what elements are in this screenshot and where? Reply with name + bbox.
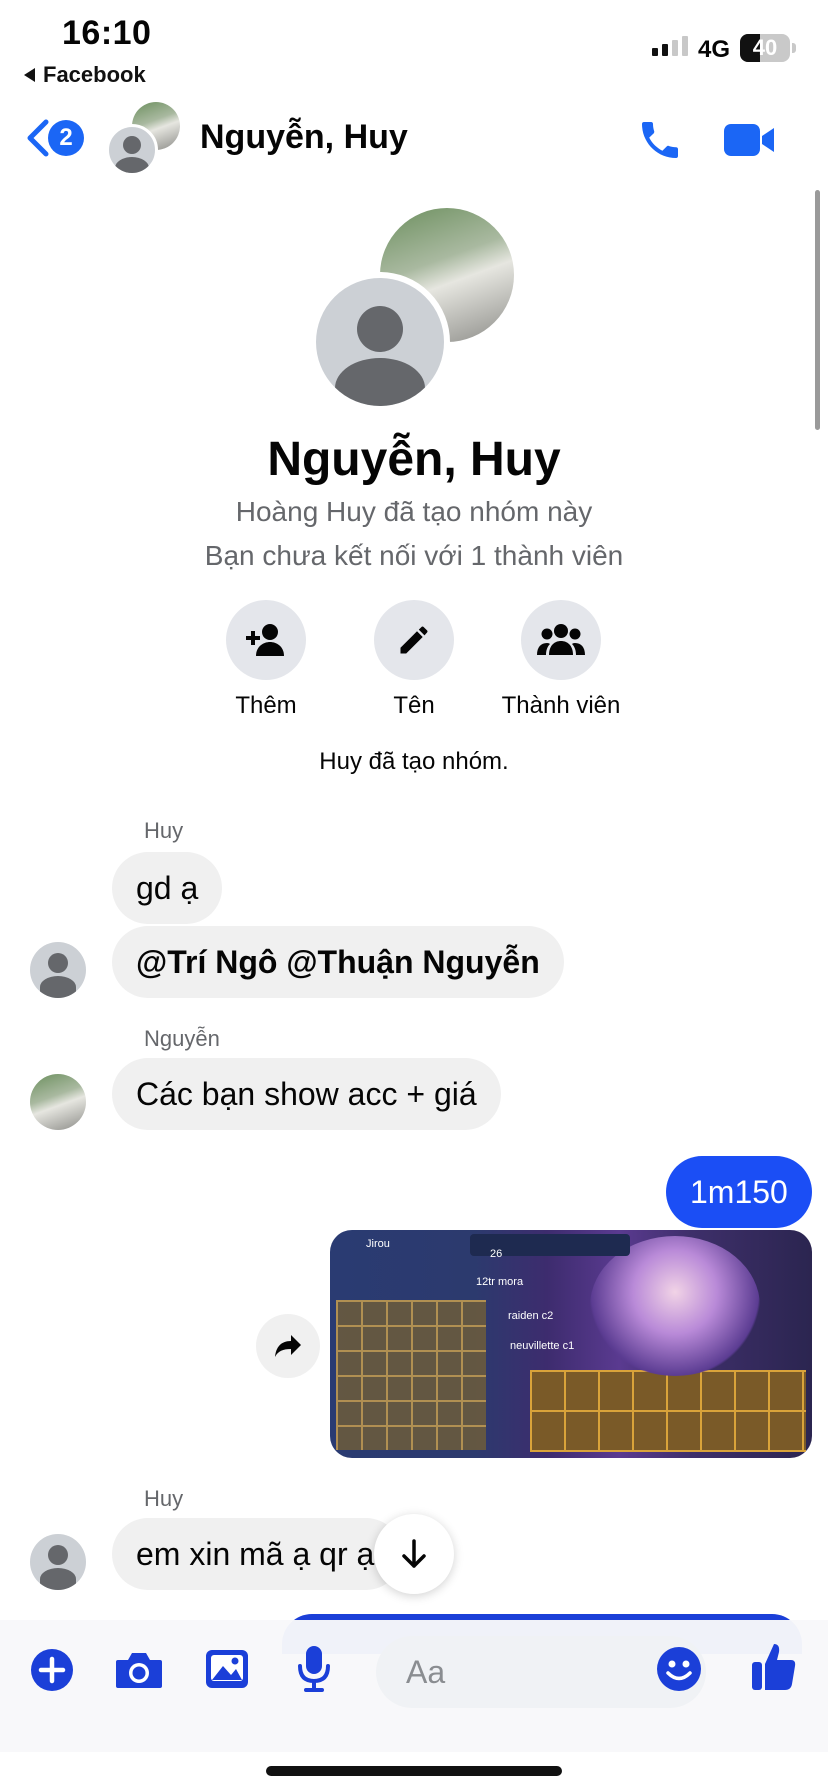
add-person-icon xyxy=(246,624,284,656)
unread-badge: 2 xyxy=(48,120,84,156)
battery-tip xyxy=(792,43,796,53)
image-text-neuvillette: neuvillette c1 xyxy=(510,1340,575,1352)
emoji-button[interactable] xyxy=(656,1646,702,1697)
more-actions-button[interactable] xyxy=(30,1648,74,1697)
video-call-button[interactable] xyxy=(722,120,778,165)
message-bubble[interactable]: Các bạn show acc + giá xyxy=(112,1058,501,1130)
image-message[interactable]: Jirou 26 12tr mora raiden c2 neuvillette… xyxy=(330,1230,812,1458)
action-label: Tên xyxy=(393,692,435,719)
camera-button[interactable] xyxy=(114,1650,164,1695)
back-triangle-icon xyxy=(24,68,35,82)
like-button[interactable] xyxy=(750,1640,798,1697)
add-member-button[interactable]: Thêm xyxy=(196,600,336,720)
thumbs-up-icon xyxy=(752,1644,796,1690)
header-group-avatar[interactable] xyxy=(106,102,184,178)
sender-avatar[interactable] xyxy=(30,1534,86,1590)
action-label: Thêm xyxy=(235,692,297,719)
home-indicator xyxy=(266,1766,562,1776)
sender-name: Nguyễn xyxy=(144,1026,220,1051)
voice-message-button[interactable] xyxy=(296,1644,332,1697)
sender-photo-avatar[interactable] xyxy=(30,1074,86,1130)
image-inventory-grid xyxy=(336,1300,486,1450)
message-bubble[interactable]: em xin mã ạ qr ạ xyxy=(112,1518,402,1590)
scrollbar[interactable] xyxy=(815,190,820,430)
image-text-raiden: raiden c2 xyxy=(508,1310,554,1322)
share-button[interactable] xyxy=(256,1314,320,1378)
my-message-bubble[interactable]: 1m150 xyxy=(666,1156,812,1228)
connection-note: Bạn chưa kết nối với 1 thành viên xyxy=(204,540,624,571)
share-arrow-icon xyxy=(275,1335,301,1357)
group-default-avatar xyxy=(310,272,450,412)
group-icon xyxy=(537,624,585,655)
action-label: Thành viên xyxy=(501,692,621,719)
back-to-app-link[interactable]: Facebook xyxy=(24,62,146,88)
system-message: Huy đã tạo nhóm. xyxy=(319,748,509,775)
arrow-down-icon xyxy=(402,1539,426,1568)
network-type: 4G xyxy=(698,36,731,63)
image-character-art xyxy=(590,1236,760,1376)
sender-name: Huy xyxy=(144,818,184,843)
sender-avatar[interactable] xyxy=(30,942,86,998)
image-text-level: 26 xyxy=(490,1248,503,1260)
back-app-label: Facebook xyxy=(43,62,146,87)
image-icon xyxy=(206,1650,248,1688)
image-text-mora: 12tr mora xyxy=(476,1276,524,1288)
phone-icon xyxy=(642,122,678,158)
smiley-icon xyxy=(657,1647,701,1691)
image-weapon-grid xyxy=(530,1370,806,1452)
battery-icon: 40 xyxy=(740,34,790,62)
gallery-button[interactable] xyxy=(204,1648,250,1695)
audio-call-button[interactable] xyxy=(636,116,684,169)
plus-circle-icon xyxy=(31,1649,73,1691)
image-text-player: Jirou xyxy=(366,1238,390,1250)
default-avatar xyxy=(106,124,158,176)
mention-text[interactable]: @Trí Ngô @Thuận Nguyễn xyxy=(136,944,540,981)
battery-level: 40 xyxy=(752,35,778,60)
camera-icon xyxy=(116,1653,162,1688)
group-name: Nguyễn, Huy xyxy=(267,433,561,486)
group-creator-note: Hoàng Huy đã tạo nhóm này xyxy=(235,496,593,527)
conversation-title[interactable]: Nguyễn, Huy xyxy=(200,118,408,157)
microphone-icon xyxy=(298,1646,330,1692)
status-time: 16:10 xyxy=(62,14,152,52)
video-camera-icon xyxy=(724,124,774,156)
message-bubble[interactable]: gd ạ xyxy=(112,852,223,924)
pencil-icon xyxy=(400,626,428,654)
sender-name: Huy xyxy=(144,1486,184,1511)
cellular-signal-icon xyxy=(652,36,688,56)
members-button[interactable]: Thành viên xyxy=(491,600,631,720)
mention-message-bubble[interactable]: @Trí Ngô @Thuận Nguyễn xyxy=(112,926,564,998)
scroll-to-bottom-button[interactable] xyxy=(374,1514,454,1594)
back-button[interactable]: 2 xyxy=(24,118,84,158)
rename-button[interactable]: Tên xyxy=(344,600,484,720)
